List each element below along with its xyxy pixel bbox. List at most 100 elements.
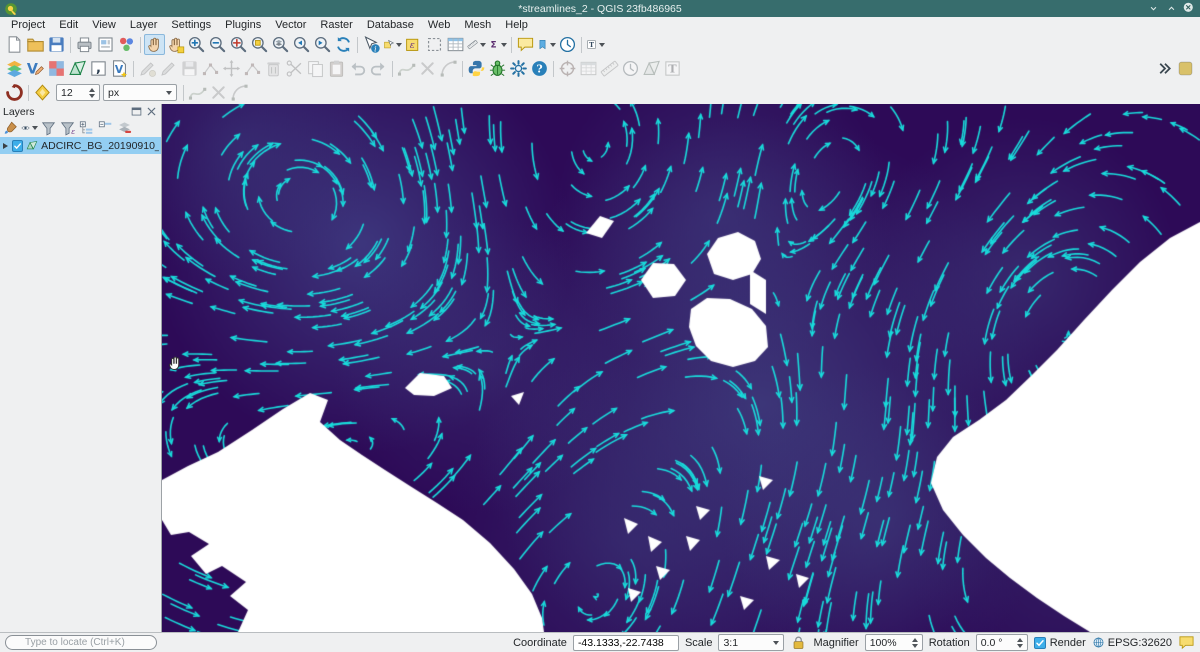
unit-combobox[interactable]: px [103, 84, 177, 101]
temporal-tool-button[interactable] [620, 58, 641, 79]
add-delimited-text-button[interactable]: , [88, 58, 109, 79]
new-project-button[interactable] [4, 34, 25, 55]
layer-expand-arrow[interactable] [3, 143, 8, 149]
menu-project[interactable]: Project [4, 18, 52, 32]
filter-by-expression-button[interactable]: ε [59, 120, 76, 136]
add-mesh-layer-button[interactable] [67, 58, 88, 79]
zoom-last-button[interactable] [291, 34, 312, 55]
layer-visibility-checkbox[interactable] [12, 140, 23, 152]
manage-map-themes-button[interactable] [21, 120, 38, 136]
add-raster-layer-button[interactable] [46, 58, 67, 79]
current-edits-button[interactable] [137, 58, 158, 79]
open-attribute-table-button[interactable] [445, 34, 466, 55]
add-vector-layer-button[interactable]: V [25, 58, 46, 79]
remove-layer-button[interactable] [116, 120, 133, 136]
copy-features-button[interactable] [305, 58, 326, 79]
save-edits-button[interactable] [179, 58, 200, 79]
deselect-all-button[interactable] [424, 34, 445, 55]
redo-button[interactable] [368, 58, 389, 79]
locate-input[interactable] [25, 637, 150, 648]
cut-features-button[interactable] [284, 58, 305, 79]
menu-plugins[interactable]: Plugins [218, 18, 268, 32]
georeferencer-button[interactable] [557, 58, 578, 79]
temporal-controller-button[interactable] [557, 34, 578, 55]
toolbar-extension-button[interactable] [1154, 58, 1175, 79]
collapse-all-button[interactable] [97, 120, 114, 136]
zoom-next-button[interactable] [312, 34, 333, 55]
paste-features-button[interactable] [326, 58, 347, 79]
open-project-button[interactable] [25, 34, 46, 55]
menu-raster[interactable]: Raster [313, 18, 359, 32]
menu-help[interactable]: Help [498, 18, 535, 32]
help-button[interactable]: ? [529, 58, 550, 79]
pan-to-selection-button[interactable] [165, 34, 186, 55]
vertex-tool-button[interactable] [242, 58, 263, 79]
map-tips-button[interactable] [515, 34, 536, 55]
trim-extend-button[interactable] [417, 58, 438, 79]
rotation-spinbox[interactable]: 0.0 ° [976, 634, 1028, 651]
labeling-options-button[interactable] [4, 82, 25, 103]
zoom-out-button[interactable] [207, 34, 228, 55]
text-annotation-button[interactable]: T [585, 34, 606, 55]
zoom-to-selection-button[interactable] [249, 34, 270, 55]
spin-arrows[interactable] [912, 638, 918, 648]
map-canvas[interactable] [162, 104, 1200, 632]
measure-button[interactable] [466, 34, 487, 55]
attribute-table-tool-button[interactable] [578, 58, 599, 79]
zoom-full-button[interactable] [228, 34, 249, 55]
menu-edit[interactable]: Edit [52, 18, 85, 32]
layer-item[interactable]: ADCIRC_BG_20190910_1t [0, 137, 161, 154]
menu-settings[interactable]: Settings [164, 18, 218, 32]
save-project-button[interactable] [46, 34, 67, 55]
annotation-tool-button[interactable]: T [662, 58, 683, 79]
zoom-to-layer-button[interactable] [270, 34, 291, 55]
add-feature-button[interactable] [200, 58, 221, 79]
spin-arrows[interactable] [1017, 638, 1023, 648]
new-print-layout-button[interactable] [74, 34, 95, 55]
plugin-manager-button[interactable] [487, 58, 508, 79]
delete-selected-button[interactable] [263, 58, 284, 79]
menu-view[interactable]: View [85, 18, 123, 32]
lock-scale-button[interactable] [790, 634, 807, 651]
zoom-in-button[interactable] [186, 34, 207, 55]
style-manager-button[interactable] [116, 34, 137, 55]
toggle-editing-button[interactable] [158, 58, 179, 79]
delete-vertex-button[interactable] [208, 82, 229, 103]
processing-toolbox-button[interactable] [508, 58, 529, 79]
render-checkbox[interactable]: Render [1034, 637, 1086, 649]
python-console-button[interactable] [466, 58, 487, 79]
new-shapefile-button[interactable]: V [109, 58, 130, 79]
minimize-button[interactable] [1147, 2, 1160, 15]
menu-mesh[interactable]: Mesh [457, 18, 498, 32]
undo-button[interactable] [347, 58, 368, 79]
float-panel-button[interactable] [130, 105, 143, 118]
mesh-digitizing-button[interactable] [641, 58, 662, 79]
close-panel-button[interactable] [145, 105, 158, 118]
layout-manager-button[interactable] [95, 34, 116, 55]
refresh-button[interactable] [333, 34, 354, 55]
identify-features-button[interactable]: i [361, 34, 382, 55]
menu-vector[interactable]: Vector [268, 18, 313, 32]
open-layer-styling-button[interactable] [2, 120, 19, 136]
close-button[interactable] [1183, 2, 1196, 15]
select-features-button[interactable] [382, 34, 403, 55]
move-feature-button[interactable] [221, 58, 242, 79]
maximize-button[interactable] [1165, 2, 1178, 15]
messages-button[interactable] [1178, 634, 1195, 651]
spin-arrows[interactable] [89, 88, 95, 98]
scale-combobox[interactable]: 3:1 [718, 634, 784, 651]
pan-map-button[interactable] [144, 34, 165, 55]
select-by-expression-button[interactable]: ε [403, 34, 424, 55]
magnifier-spinbox[interactable]: 100% [865, 634, 923, 651]
expand-all-button[interactable] [78, 120, 95, 136]
extra-tool-button[interactable] [1175, 58, 1196, 79]
circular-arc-button[interactable] [229, 82, 250, 103]
statistical-summary-button[interactable]: Σ [487, 34, 508, 55]
annotation-style-button[interactable] [32, 82, 53, 103]
crs-button[interactable]: EPSG:32620 [1092, 636, 1172, 649]
font-size-spinbox[interactable]: 12 [56, 84, 100, 101]
shape-digitizing-button[interactable] [396, 58, 417, 79]
locate-box[interactable] [5, 635, 157, 650]
filter-legend-button[interactable] [40, 120, 57, 136]
measure-area-button[interactable] [599, 58, 620, 79]
